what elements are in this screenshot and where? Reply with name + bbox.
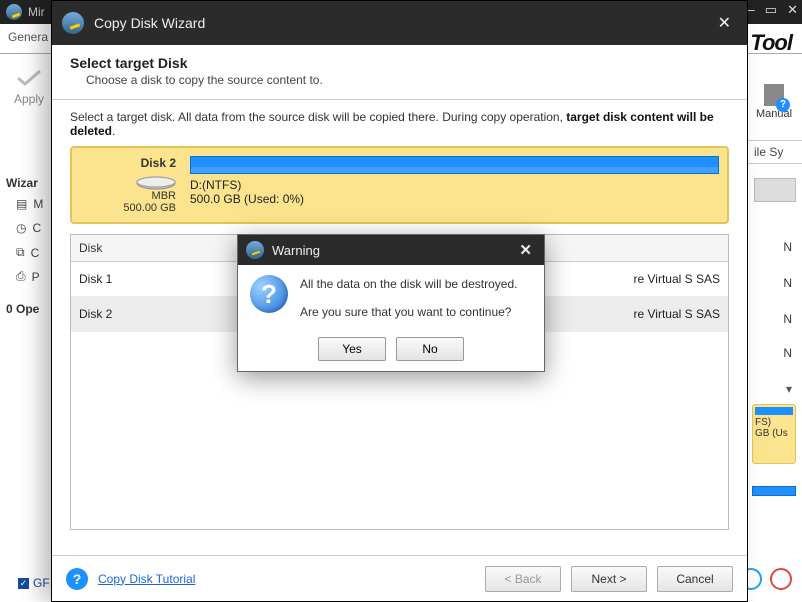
sidebar-section-wizards: Wizar <box>6 176 38 190</box>
right-list-item-label: N <box>783 276 792 290</box>
warning-close-button[interactable]: ✕ <box>515 241 536 259</box>
instruction-text: Select a target disk. All data from the … <box>70 110 566 124</box>
wizard-header: Select target Disk Choose a disk to copy… <box>52 45 747 100</box>
partition-panel: D:(NTFS) 500.0 GB (Used: 0%) <box>190 156 719 214</box>
mini-disk-preview[interactable] <box>752 486 796 516</box>
wizard-close-button[interactable]: ✕ <box>712 11 737 35</box>
app-icon <box>62 12 84 34</box>
sidebar-item[interactable]: ⎙P <box>16 269 56 284</box>
wizard-instruction: Select a target disk. All data from the … <box>70 110 729 138</box>
wizard-titlebar: Copy Disk Wizard ✕ <box>52 1 747 45</box>
partition-label: D:(NTFS) <box>190 178 719 192</box>
sidebar-item-label: C <box>32 221 41 235</box>
tutorial-link[interactable]: Copy Disk Tutorial <box>98 572 195 586</box>
wizard-icon: ▤ <box>16 197 27 211</box>
partition-bar <box>755 407 793 415</box>
partition-usage: 500.0 GB (Used: 0%) <box>190 192 719 206</box>
googleplus-icon[interactable] <box>770 568 792 590</box>
warning-line1: All the data on the disk will be destroy… <box>300 275 517 293</box>
tab-general[interactable]: Genera <box>8 30 48 44</box>
copy-icon: ⧉ <box>16 245 25 260</box>
right-list-item-label: N <box>783 346 792 360</box>
right-list-item-label: N <box>783 312 792 326</box>
bottom-checkbox[interactable]: ✓ GF <box>18 576 50 590</box>
right-panel-header-label: ile Sy <box>754 145 783 159</box>
selected-disk-card[interactable]: Disk 2 MBR 500.00 GB D:(NTFS) 500.0 GB (… <box>70 146 729 224</box>
partition-bar <box>190 156 719 174</box>
mini-disk-fs: FS) <box>755 417 793 428</box>
disk-style: MBR <box>80 190 176 202</box>
yes-button[interactable]: Yes <box>318 337 386 361</box>
warning-title: Warning <box>272 243 320 258</box>
right-list-item-label: N <box>783 240 792 254</box>
sidebar-item[interactable]: ▤M <box>16 197 56 211</box>
no-button[interactable]: No <box>396 337 464 361</box>
brand-logo: Tool <box>750 30 792 56</box>
sidebar-item-label: C <box>31 246 40 260</box>
apply-label: Apply <box>14 92 44 106</box>
clock-icon: ◷ <box>16 221 26 235</box>
warning-body: ? All the data on the disk will be destr… <box>238 265 544 337</box>
bottom-checkbox-label: GF <box>33 576 50 590</box>
warning-buttons: Yes No <box>238 337 544 371</box>
instruction-period: . <box>112 124 115 138</box>
mini-disk-preview[interactable]: FS) GB (Us <box>752 404 796 464</box>
window-close-icon[interactable]: ✕ <box>787 2 798 18</box>
partition-bar <box>752 486 796 496</box>
sidebar-item-label: P <box>32 270 40 284</box>
warning-titlebar: Warning ✕ <box>238 235 544 265</box>
wizard-footer: ? Copy Disk Tutorial < Back Next > Cance… <box>52 555 747 601</box>
printer-icon: ⎙ <box>16 269 26 284</box>
disk-icon <box>136 176 176 190</box>
window-controls: — ▭ ✕ <box>742 2 798 18</box>
window-maximize-icon[interactable]: ▭ <box>765 2 777 18</box>
back-button[interactable]: < Back <box>485 566 561 592</box>
chevron-down-icon[interactable]: ▾ <box>786 382 792 396</box>
cancel-button[interactable]: Cancel <box>657 566 733 592</box>
sidebar-item[interactable]: ◷C <box>16 221 56 235</box>
checkbox-icon: ✓ <box>18 578 29 589</box>
right-panel-header: ile Sy <box>748 140 802 164</box>
sidebar-item[interactable]: ⧉C <box>16 245 56 260</box>
help-icon[interactable]: ? <box>66 568 88 590</box>
disk-name: Disk 2 <box>80 156 176 170</box>
warning-message: All the data on the disk will be destroy… <box>300 275 517 331</box>
mini-disk-gb: GB (Us <box>755 428 793 439</box>
sidebar-section-operations: 0 Ope <box>6 302 39 316</box>
disk-size: 500.00 GB <box>80 202 176 214</box>
wizard-step-subtitle: Choose a disk to copy the source content… <box>70 73 729 87</box>
warning-dialog: Warning ✕ ? All the data on the disk wil… <box>237 234 545 372</box>
app-icon <box>6 4 22 20</box>
manual-button[interactable]: Manual <box>752 84 796 120</box>
wizard-title: Copy Disk Wizard <box>94 15 205 31</box>
sidebar-item-label: M <box>33 197 43 211</box>
app-icon <box>246 241 264 259</box>
document-icon <box>764 84 784 106</box>
disk-info-panel: Disk 2 MBR 500.00 GB <box>80 156 180 214</box>
right-list-item[interactable] <box>754 178 796 202</box>
warning-line2: Are you sure that you want to continue? <box>300 303 517 321</box>
next-button[interactable]: Next > <box>571 566 647 592</box>
wizard-step-title: Select target Disk <box>70 55 729 71</box>
question-icon: ? <box>250 275 288 313</box>
apply-button[interactable]: Apply <box>14 68 44 106</box>
main-app-title: Mir <box>28 5 45 19</box>
checkmark-icon <box>15 68 43 88</box>
